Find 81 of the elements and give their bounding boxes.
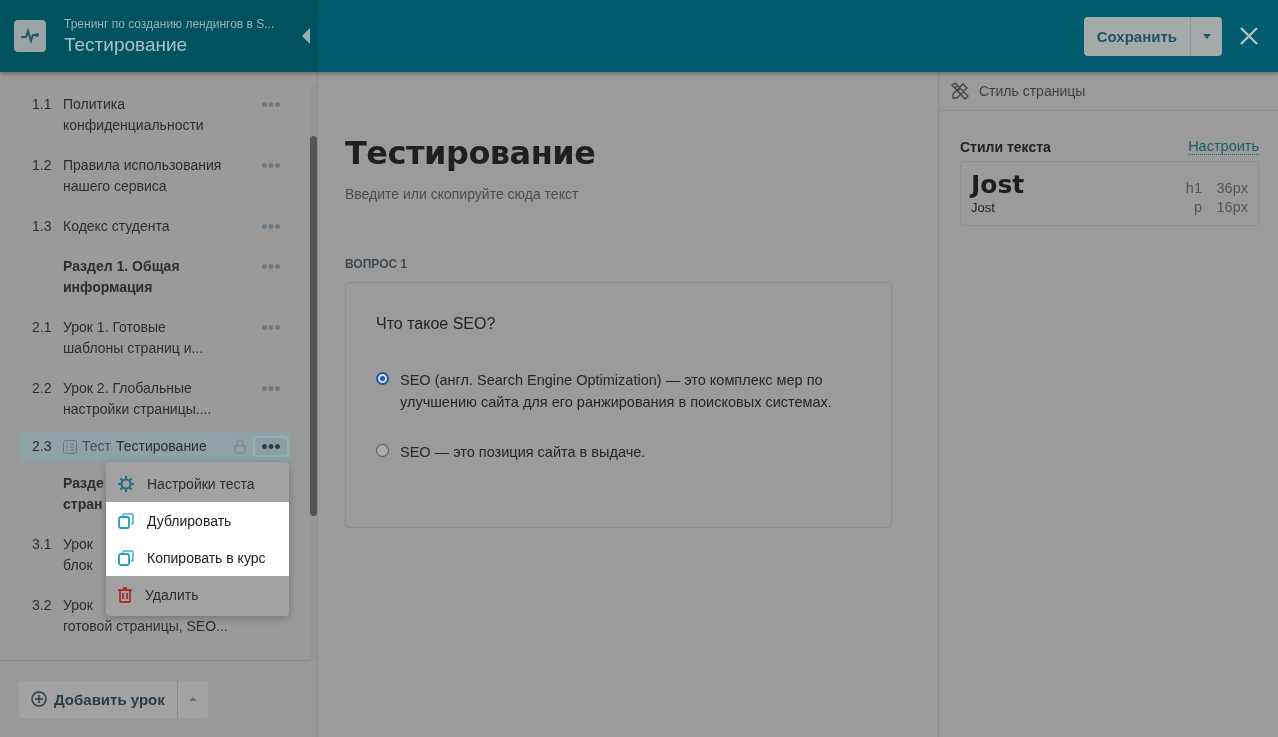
lesson-item[interactable]: 2.1 Урок 1. Готовые шаблоны страниц и... bbox=[19, 309, 290, 367]
lesson-number: 2.3 bbox=[32, 437, 53, 456]
save-button[interactable]: Сохранить bbox=[1083, 16, 1190, 56]
lesson-item[interactable]: Раздел 1. Общая информация bbox=[19, 248, 290, 306]
font-sample: Jost bbox=[971, 200, 996, 215]
test-icon bbox=[63, 439, 77, 454]
copy-icon bbox=[118, 549, 134, 566]
lesson-title: конфиденциальности bbox=[63, 116, 204, 135]
lesson-item[interactable]: 1.1 Политика конфиденциальности bbox=[19, 86, 290, 144]
add-lesson-button[interactable]: Добавить урок bbox=[19, 680, 177, 718]
lesson-title: стран bbox=[63, 495, 103, 514]
more-icon bbox=[262, 163, 280, 168]
answer-option: SEO — это позиция сайта в выдаче. bbox=[400, 441, 646, 463]
more-icon bbox=[262, 102, 280, 107]
menu-item[interactable]: Настройки теста bbox=[106, 465, 289, 502]
lesson-title: информация bbox=[63, 278, 153, 297]
lesson-number: 3.1 bbox=[32, 535, 53, 554]
menu-item[interactable]: Удалить bbox=[106, 576, 289, 613]
lesson-title: Урок 1. Готовые bbox=[63, 318, 166, 337]
lesson-number: 3.2 bbox=[32, 596, 53, 615]
lock-icon bbox=[234, 439, 246, 454]
plus-circle-icon bbox=[31, 691, 47, 707]
question-label: ВОПРОС 1 bbox=[345, 257, 409, 271]
menu-item[interactable]: Копировать в курс bbox=[106, 539, 289, 576]
more-icon bbox=[262, 386, 280, 391]
customize-link[interactable]: Настроить bbox=[1188, 138, 1259, 155]
lesson-title: шаблоны страниц и... bbox=[63, 339, 204, 358]
lesson-number: 2.2 bbox=[32, 379, 53, 398]
font-size-value: 16px bbox=[1215, 199, 1248, 215]
lesson-title: готовой страницы, SEO... bbox=[63, 617, 228, 636]
page-heading: Тестирование bbox=[345, 134, 597, 172]
lesson-item[interactable]: 1.2 Правила использования нашего сервиса bbox=[19, 147, 290, 205]
radio-button[interactable] bbox=[376, 372, 389, 385]
lesson-item[interactable]: 2.3 Тест Тестирование bbox=[19, 431, 290, 462]
caret-icon bbox=[1202, 33, 1211, 39]
lesson-number: 2.1 bbox=[32, 318, 53, 337]
lesson-title: Урок bbox=[63, 596, 93, 615]
copy-icon bbox=[118, 512, 134, 529]
lesson-title: Урок 2. Глобальные bbox=[63, 379, 192, 398]
lesson-number: 1.1 bbox=[32, 95, 53, 114]
lesson-item[interactable]: 1.3 Кодекс студента bbox=[19, 208, 290, 245]
lesson-title: Раздел 1. Общая bbox=[63, 257, 180, 276]
trash-icon bbox=[118, 586, 132, 603]
more-icon bbox=[262, 325, 280, 330]
lesson-number: 1.2 bbox=[32, 156, 53, 175]
close-button[interactable] bbox=[1240, 27, 1258, 45]
lesson-item[interactable]: 2.2 Урок 2. Глобальные настройки страницы.... bbox=[19, 370, 290, 428]
collapse-icon[interactable] bbox=[302, 28, 310, 44]
answer-option: SEO (англ. Search Engine Optimization) — это комплекс мер по улучшению сайта для его ранжирования в поисковых системах. bbox=[400, 369, 861, 413]
more-button[interactable] bbox=[253, 436, 289, 457]
lesson-title: Политика bbox=[63, 95, 125, 114]
more-icon bbox=[262, 264, 280, 269]
lesson-type: Тест bbox=[82, 437, 111, 456]
lesson-title: нашего сервиса bbox=[63, 177, 167, 196]
course-title: Тренинг по созданию лендингов в S... bbox=[64, 16, 276, 31]
page-description: Введите или скопируйте сюда текст bbox=[345, 186, 580, 202]
lesson-title: Урок bbox=[63, 535, 93, 554]
more-icon bbox=[262, 224, 280, 229]
gear-icon bbox=[118, 475, 134, 492]
font-size-value: 36px bbox=[1215, 180, 1248, 196]
lesson-title: Разде bbox=[63, 474, 104, 493]
scrollbar[interactable] bbox=[310, 86, 317, 661]
caret-icon bbox=[188, 697, 197, 701]
style-tag: p bbox=[1172, 199, 1202, 215]
lesson-title: блок bbox=[63, 556, 93, 575]
logo-icon bbox=[14, 20, 46, 52]
lesson-number: 1.3 bbox=[32, 217, 53, 236]
menu-item[interactable]: Дублировать bbox=[106, 502, 289, 539]
style-tag: h1 bbox=[1172, 180, 1202, 196]
pencil-ruler-icon bbox=[951, 82, 969, 100]
page-style-tab[interactable]: Стиль страницы bbox=[939, 72, 1278, 111]
lesson-title: Тестирование bbox=[115, 437, 207, 456]
lesson-title: Правила использования bbox=[63, 156, 222, 175]
section-heading: Стили текста bbox=[960, 139, 1051, 155]
page-title: Тестирование bbox=[64, 33, 189, 56]
lesson-title: настройки страницы.... bbox=[63, 400, 212, 419]
font-sample: Jost bbox=[971, 170, 1026, 199]
question-text: Что такое SEO? bbox=[376, 315, 497, 333]
more-icon bbox=[262, 444, 280, 449]
lesson-title: Кодекс студента bbox=[63, 217, 170, 236]
radio-button[interactable] bbox=[376, 444, 389, 457]
